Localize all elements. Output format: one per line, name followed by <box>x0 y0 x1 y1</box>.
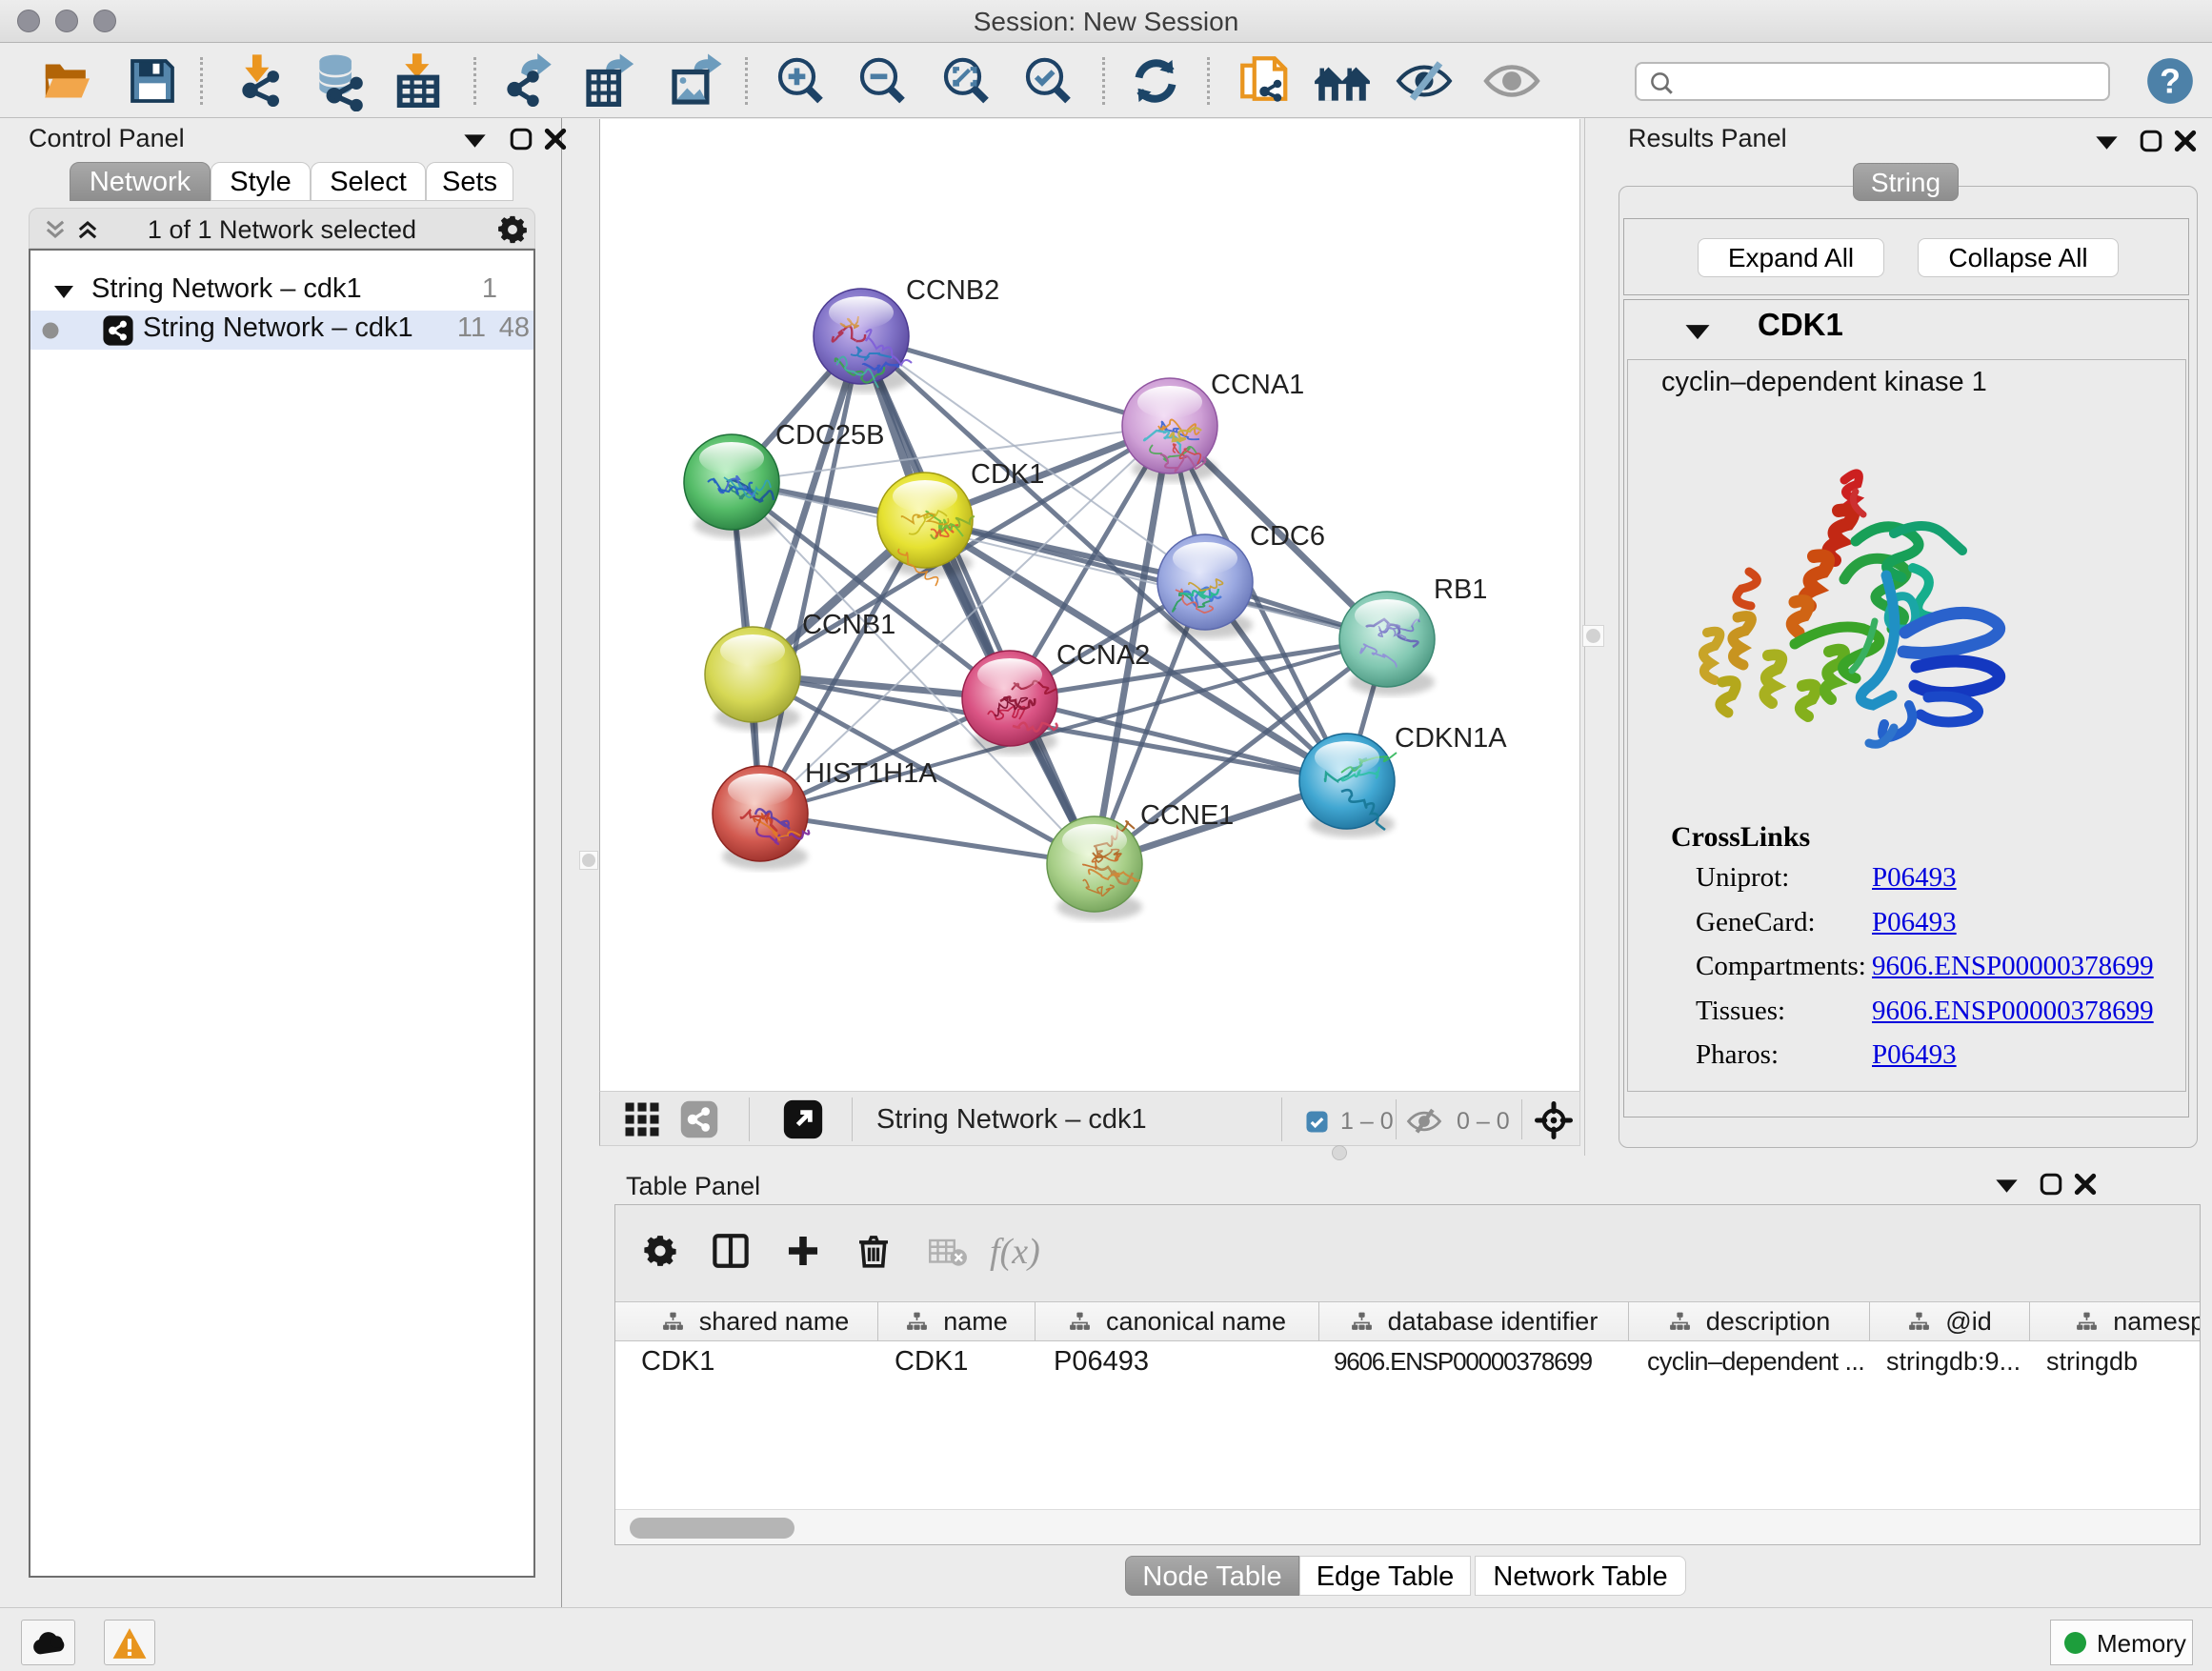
svg-text:CCNA1: CCNA1 <box>1211 370 1304 400</box>
svg-text:CCNA2: CCNA2 <box>1056 640 1150 671</box>
svg-text:HIST1H1A: HIST1H1A <box>805 758 937 789</box>
svg-text:CCNB1: CCNB1 <box>802 610 895 640</box>
svg-text:CDKN1A: CDKN1A <box>1395 723 1507 754</box>
svg-text:CDC25B: CDC25B <box>775 420 884 451</box>
svg-text:CCNB2: CCNB2 <box>906 275 999 306</box>
svg-text:RB1: RB1 <box>1434 574 1487 605</box>
svg-text:?: ? <box>2160 63 2181 101</box>
svg-text:CDK1: CDK1 <box>971 459 1044 490</box>
svg-text:CCNE1: CCNE1 <box>1140 800 1234 831</box>
svg-text:CDC6: CDC6 <box>1250 521 1325 552</box>
